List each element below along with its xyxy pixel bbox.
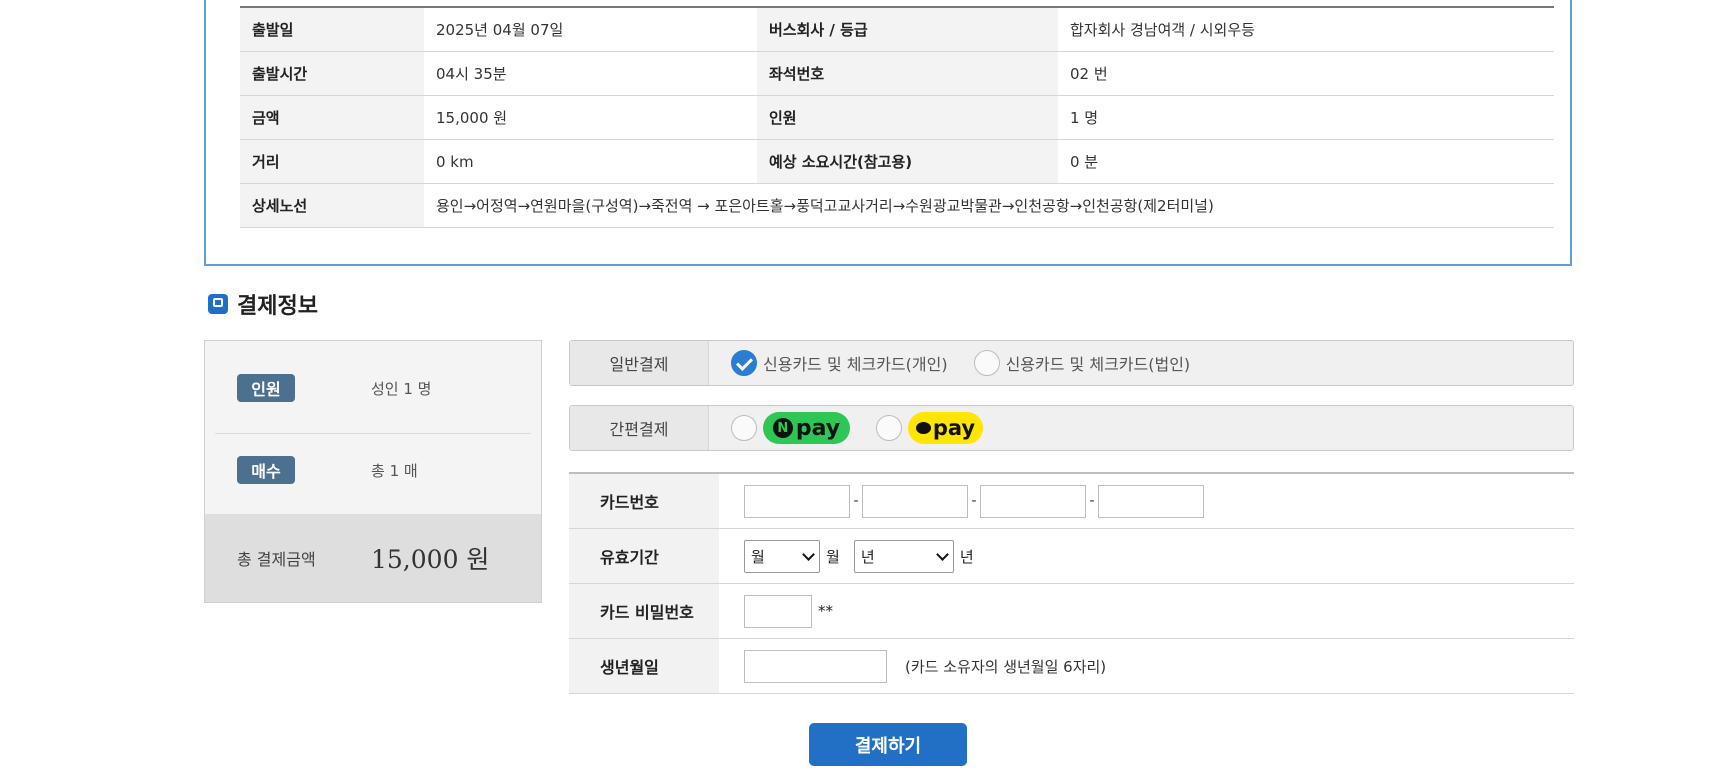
speech-bubble-icon bbox=[915, 422, 931, 434]
kakaopay-text: pay bbox=[932, 416, 976, 440]
bus-icon bbox=[208, 294, 228, 314]
year-unit: 년 bbox=[959, 547, 974, 566]
birth-date-input[interactable] bbox=[744, 649, 887, 683]
departure-time-label: 출발시간 bbox=[240, 51, 424, 96]
passengers-label: 인원 bbox=[757, 95, 1058, 140]
passengers-value: 1 명 bbox=[1058, 95, 1554, 140]
summary-total-row: 총 결제금액 15,000 원 bbox=[205, 514, 541, 602]
month-unit: 월 bbox=[826, 547, 840, 566]
expiry-fields: 월월년년 bbox=[719, 528, 1574, 584]
price-label: 금액 bbox=[240, 95, 424, 140]
chevron-down-icon bbox=[935, 547, 949, 561]
card-number-input-2[interactable] bbox=[862, 484, 968, 518]
payment-summary: 인원 성인 1 명 매수 총 1 매 총 결제금액 15,000 원 bbox=[204, 340, 542, 603]
expiry-month-value: 월 bbox=[751, 547, 765, 566]
npay-text: pay bbox=[795, 415, 841, 441]
radio-unchecked-icon[interactable] bbox=[876, 415, 902, 441]
general-payment-label: 일반결제 bbox=[570, 341, 709, 385]
distance-label: 거리 bbox=[240, 139, 424, 184]
bus-company-label: 버스회사 / 등급 bbox=[757, 7, 1058, 52]
duration-value: 0 분 bbox=[1058, 139, 1554, 184]
route-label: 상세노선 bbox=[240, 183, 424, 228]
password-fields: ** bbox=[719, 583, 1574, 639]
radio-checked-icon[interactable] bbox=[731, 350, 757, 376]
easy-payment-bar: 간편결제 Npay pay bbox=[569, 405, 1574, 451]
count-value: 총 1 매 bbox=[371, 461, 418, 480]
birth-row: 생년월일 (카드 소유자의 생년월일 6자리) bbox=[569, 638, 1574, 694]
count-badge: 매수 bbox=[237, 456, 295, 484]
card-number-label: 카드번호 bbox=[569, 473, 719, 529]
summary-count-row: 매수 총 1 매 bbox=[205, 455, 541, 485]
general-payment-bar: 일반결제 신용카드 및 체크카드(개인) 신용카드 및 체크카드(법인) bbox=[569, 340, 1574, 386]
payment-section-title: 결제정보 bbox=[208, 288, 318, 320]
price-value: 15,000 원 bbox=[424, 95, 757, 140]
total-value: 15,000 원 bbox=[371, 545, 490, 574]
radio-unchecked-icon[interactable] bbox=[731, 415, 757, 441]
birth-note: (카드 소유자의 생년월일 6자리) bbox=[905, 657, 1107, 676]
people-value: 성인 1 명 bbox=[371, 379, 432, 398]
departure-time-value: 04시 35분 bbox=[424, 51, 757, 96]
kakao-pay-logo: pay bbox=[908, 412, 983, 444]
naver-n-icon: N bbox=[772, 418, 793, 438]
personal-card-label: 신용카드 및 체크카드(개인) bbox=[763, 355, 948, 374]
seat-number-label: 좌석번호 bbox=[757, 51, 1058, 96]
seat-number-value: 02 번 bbox=[1058, 51, 1554, 96]
radio-option-corporate-card[interactable]: 신용카드 및 체크카드(법인) bbox=[973, 350, 1191, 376]
duration-label: 예상 소요시간(참고용) bbox=[757, 139, 1058, 184]
trip-info-table: 출발일 2025년 04월 07일 버스회사 / 등급 합자회사 경남여객 / … bbox=[240, 6, 1554, 228]
corporate-card-label: 신용카드 및 체크카드(법인) bbox=[1005, 355, 1191, 374]
expiry-row: 유효기간 월 월 년 년 bbox=[569, 528, 1574, 584]
total-label: 총 결제금액 bbox=[237, 550, 316, 569]
birth-label: 생년월일 bbox=[569, 638, 719, 694]
password-suffix: ** bbox=[818, 602, 833, 620]
password-label: 카드 비밀번호 bbox=[569, 583, 719, 639]
table-row: 출발시간 04시 35분 좌석번호 02 번 bbox=[240, 51, 1554, 96]
radio-option-kakaopay[interactable]: pay bbox=[876, 412, 983, 444]
payment-section-title-text: 결제정보 bbox=[237, 294, 318, 319]
summary-divider bbox=[215, 433, 531, 434]
radio-unchecked-icon[interactable] bbox=[973, 350, 1000, 376]
summary-people-row: 인원 성인 1 명 bbox=[205, 373, 541, 403]
table-row: 거리 0 km 예상 소요시간(참고용) 0 분 bbox=[240, 139, 1554, 184]
password-row: 카드 비밀번호 ** bbox=[569, 583, 1574, 639]
expiry-label: 유효기간 bbox=[569, 528, 719, 584]
dash-separator: - bbox=[853, 493, 859, 509]
card-number-fields: --- bbox=[719, 473, 1574, 529]
table-row: 상세노선 용인→어정역→연원마을(구성역)→죽전역 → 포은아트홀→풍덕고교사거… bbox=[240, 183, 1554, 228]
table-row: 금액 15,000 원 인원 1 명 bbox=[240, 95, 1554, 140]
radio-option-personal-card[interactable]: 신용카드 및 체크카드(개인) bbox=[731, 350, 948, 376]
dash-separator: - bbox=[1089, 493, 1095, 509]
expiry-year-select[interactable]: 년 bbox=[853, 539, 954, 573]
bus-company-value: 합자회사 경남여객 / 시외우등 bbox=[1058, 7, 1554, 52]
birth-fields: (카드 소유자의 생년월일 6자리) bbox=[719, 638, 1574, 694]
dash-separator: - bbox=[971, 493, 977, 509]
naver-pay-logo: Npay bbox=[763, 412, 850, 444]
departure-date-value: 2025년 04월 07일 bbox=[424, 7, 757, 52]
easy-payment-label: 간편결제 bbox=[570, 406, 709, 450]
card-number-input-1[interactable] bbox=[744, 484, 850, 518]
expiry-year-value: 년 bbox=[860, 547, 875, 566]
card-password-input[interactable] bbox=[744, 594, 812, 628]
chevron-down-icon bbox=[802, 547, 815, 561]
card-number-row: 카드번호 - - - bbox=[569, 473, 1574, 529]
expiry-month-select[interactable]: 월 bbox=[744, 539, 820, 573]
departure-date-label: 출발일 bbox=[240, 7, 424, 52]
pay-submit-button[interactable]: 결제하기 bbox=[809, 723, 967, 766]
people-badge: 인원 bbox=[237, 374, 295, 402]
trip-info-box: 출발일 2025년 04월 07일 버스회사 / 등급 합자회사 경남여객 / … bbox=[204, 0, 1572, 266]
route-value: 용인→어정역→연원마을(구성역)→죽전역 → 포은아트홀→풍덕고교사거리→수원광… bbox=[424, 183, 1554, 228]
table-row: 출발일 2025년 04월 07일 버스회사 / 등급 합자회사 경남여객 / … bbox=[240, 7, 1554, 52]
card-form: 카드번호 - - - 유효기간 월 월 년 년 카드 비밀번호 ** 생년월일 (카드 소… bbox=[569, 472, 1574, 694]
radio-option-npay[interactable]: Npay bbox=[731, 412, 850, 444]
card-number-input-3[interactable] bbox=[980, 484, 1086, 518]
distance-value: 0 km bbox=[424, 139, 757, 184]
card-number-input-4[interactable] bbox=[1098, 484, 1204, 518]
